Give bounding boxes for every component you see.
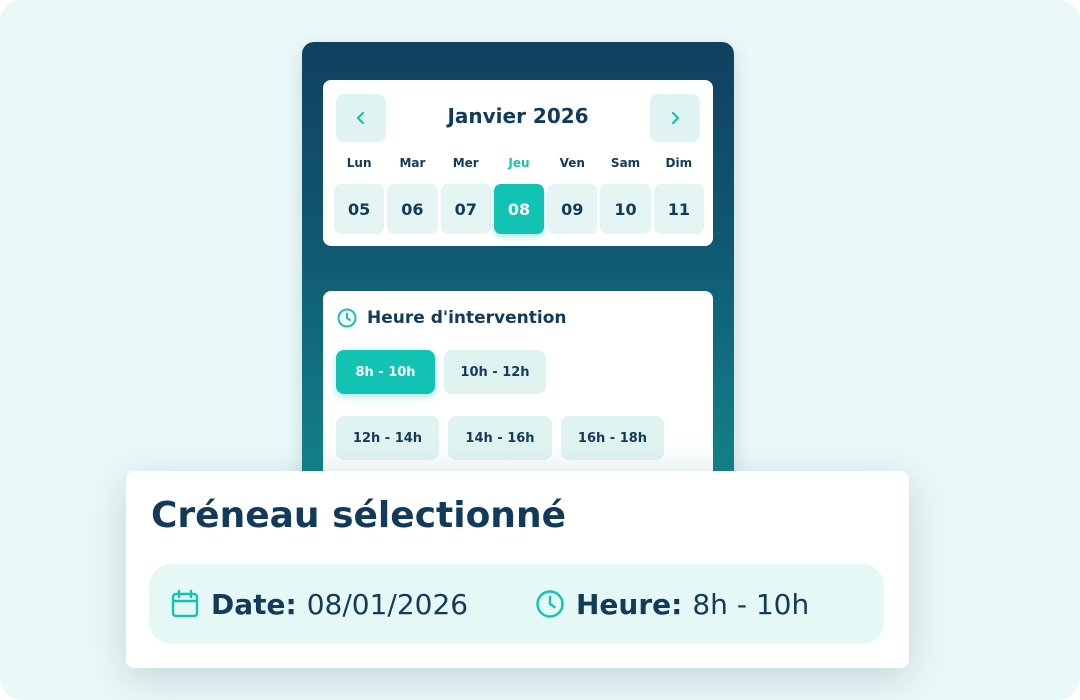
weekday-label: Ven (559, 156, 585, 170)
month-title: Janvier 2026 (447, 104, 589, 128)
next-month-button[interactable] (650, 94, 700, 142)
time-value: 8h - 10h (692, 587, 810, 621)
time-slot[interactable]: 16h - 18h (561, 416, 664, 460)
date-value: 08/01/2026 (306, 587, 469, 621)
weekday-label: Lun (346, 156, 372, 170)
time-slot-header: Heure d'intervention (336, 307, 566, 329)
day-cell[interactable]: 06 (387, 184, 438, 234)
weekday-label: Sam (610, 156, 641, 170)
weekday-label: Mer (452, 156, 479, 170)
weekday-header: Lun Mar Mer Jeu Ven Sam Dim (334, 156, 704, 170)
day-cell[interactable]: 09 (547, 184, 598, 234)
day-row: 05 06 07 08 09 10 11 (334, 184, 704, 234)
day-cell-selected[interactable]: 08 (493, 184, 545, 234)
day-cell[interactable]: 05 (334, 184, 385, 234)
summary-date: Date: 08/01/2026 (169, 564, 468, 644)
chevron-left-icon (356, 111, 365, 125)
time-slot[interactable]: 10h - 12h (444, 350, 546, 394)
weekday-label-active: Jeu (508, 156, 530, 170)
summary-details: Date: 08/01/2026 Heure: 8h - 10h (149, 564, 884, 644)
calendar-icon (171, 589, 199, 618)
background-canvas: Janvier 2026 Lun Mar Mer Jeu Ven Sam Dim… (0, 0, 1080, 700)
summary-time: Heure: 8h - 10h (534, 564, 809, 644)
time-slot[interactable]: 14h - 16h (448, 416, 552, 460)
previous-month-button[interactable] (336, 94, 386, 142)
summary-title: Créneau sélectionné (151, 495, 566, 536)
time-slot-selected[interactable]: 8h - 10h (336, 350, 435, 394)
chevron-right-icon (671, 111, 680, 125)
clock-icon (337, 308, 357, 328)
time-label: Heure: (576, 587, 683, 621)
selected-slot-summary: Créneau sélectionné Date: 08/01/2026 Heu… (126, 471, 909, 668)
clock-icon (536, 590, 564, 618)
date-label: Date: (211, 587, 297, 621)
booking-panel: Janvier 2026 Lun Mar Mer Jeu Ven Sam Dim… (302, 42, 734, 512)
time-slot-title: Heure d'intervention (367, 308, 567, 328)
day-cell[interactable]: 07 (440, 184, 491, 234)
weekday-label: Dim (665, 156, 693, 170)
day-cell[interactable]: 10 (600, 184, 651, 234)
weekday-label: Mar (399, 156, 426, 170)
time-slot[interactable]: 12h - 14h (336, 416, 439, 460)
day-cell[interactable]: 11 (653, 184, 704, 234)
calendar-card: Janvier 2026 Lun Mar Mer Jeu Ven Sam Dim… (323, 80, 713, 246)
